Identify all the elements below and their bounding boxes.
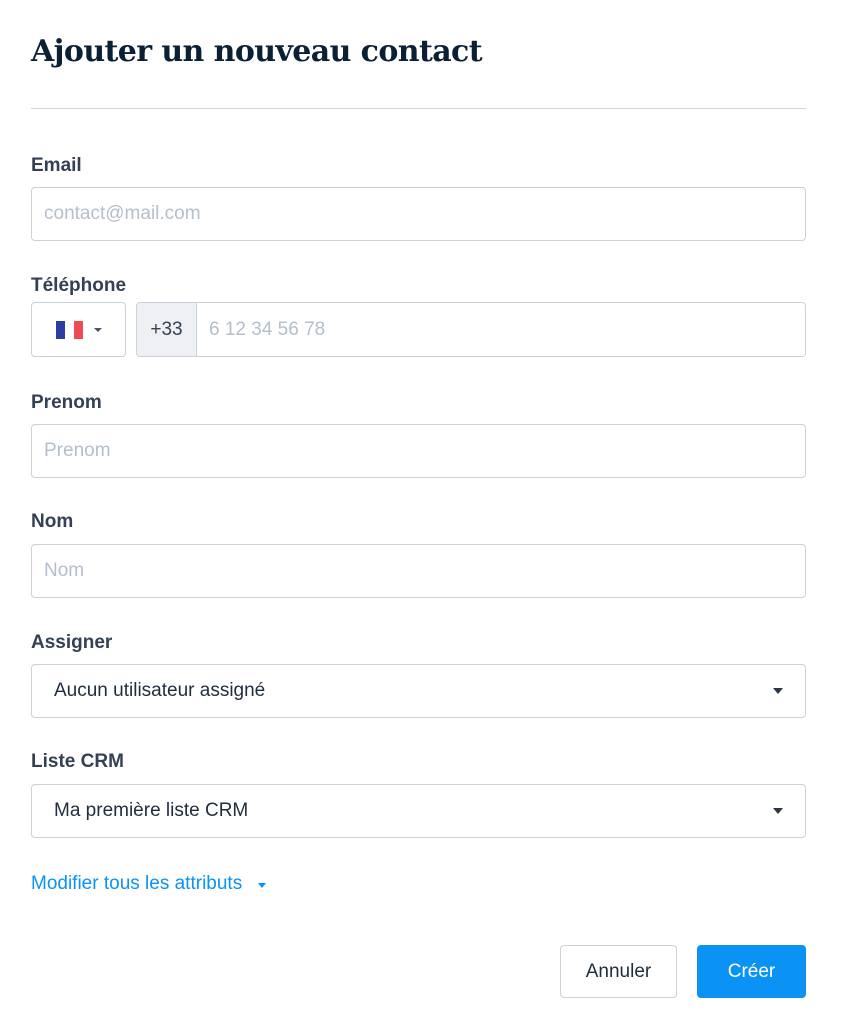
last-name-label: Nom	[31, 511, 74, 532]
france-flag-icon	[55, 320, 84, 339]
edit-all-attributes-label: Modifier tous les attributs	[31, 873, 243, 894]
edit-all-attributes-link[interactable]: Modifier tous les attributs	[31, 873, 267, 895]
caret-down-icon	[773, 808, 783, 814]
phone-label: Téléphone	[31, 275, 127, 296]
crm-list-label: Liste CRM	[31, 751, 124, 772]
assign-label: Assigner	[31, 632, 113, 653]
dialog-title: Ajouter un nouveau contact	[31, 34, 483, 69]
last-name-input[interactable]	[31, 544, 806, 598]
phone-field-group: +33	[136, 302, 806, 357]
crm-list-selected-value: Ma première liste CRM	[54, 800, 249, 821]
first-name-input[interactable]	[31, 424, 806, 478]
assign-select[interactable]: Aucun utilisateur assigné	[31, 664, 806, 718]
title-divider	[31, 108, 806, 109]
caret-down-icon	[258, 883, 267, 888]
crm-list-select[interactable]: Ma première liste CRM	[31, 784, 806, 838]
country-select[interactable]	[31, 302, 126, 357]
create-button[interactable]: Créer	[697, 945, 806, 998]
email-input[interactable]	[31, 187, 806, 241]
phone-input[interactable]	[197, 303, 805, 356]
caret-down-icon	[773, 688, 783, 694]
first-name-label: Prenom	[31, 392, 102, 413]
email-label: Email	[31, 155, 82, 176]
assign-selected-value: Aucun utilisateur assigné	[54, 680, 266, 701]
chevron-down-icon	[93, 327, 102, 332]
dial-code: +33	[137, 303, 197, 356]
cancel-button[interactable]: Annuler	[560, 945, 677, 998]
